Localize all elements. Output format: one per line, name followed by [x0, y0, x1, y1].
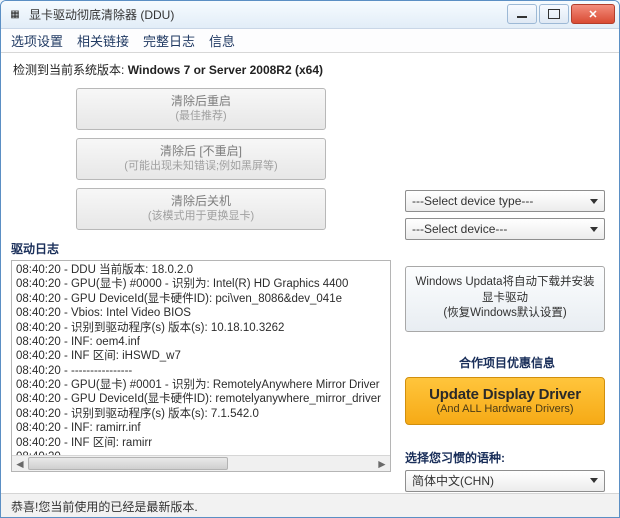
language-value: 简体中文(CHN)	[412, 472, 494, 489]
wu-line1: Windows Updata将自动下载并安装显卡驱动	[412, 275, 598, 306]
log-line: 08:40:20 - INF: oem4.inf	[16, 335, 386, 349]
app-window: ▦ 显卡驱动彻底清除器 (DDU) 选项设置 相关链接 完整日志 信息 检测到当…	[0, 0, 620, 518]
right-spacer	[405, 84, 609, 190]
orange-line2: (And ALL Hardware Drivers)	[412, 403, 598, 415]
log-section-label: 驱动日志	[11, 238, 391, 260]
chevron-down-icon	[590, 199, 598, 204]
clean-shutdown-label: 清除后关机	[77, 193, 325, 209]
columns: 清除后重启 (最佳推荐) 清除后 [不重启] (可能出现未知错误;例如黑屏等) …	[11, 84, 609, 498]
clean-norestart-label: 清除后 [不重启]	[77, 143, 325, 159]
scroll-track[interactable]	[28, 456, 374, 471]
system-value: Windows 7 or Server 2008R2 (x64)	[128, 63, 323, 77]
language-label: 选择您习惯的语种:	[405, 449, 609, 466]
device-select[interactable]: ---Select device---	[405, 218, 605, 240]
right-column: ---Select device type--- ---Select devic…	[405, 84, 609, 498]
scroll-left-arrow-icon[interactable]: ◄	[12, 456, 28, 471]
status-text: 恭喜!您当前使用的已经是最新版本.	[11, 500, 198, 514]
window-controls	[507, 4, 615, 24]
device-type-value: ---Select device type---	[412, 194, 533, 208]
log-line: 08:40:20 - Vbios: Intel Video BIOS	[16, 306, 386, 320]
device-value: ---Select device---	[412, 222, 507, 236]
clean-restart-sub: (最佳推荐)	[77, 109, 325, 124]
system-detected-line: 检测到当前系统版本: Windows 7 or Server 2008R2 (x…	[11, 57, 609, 84]
clean-shutdown-button[interactable]: 清除后关机 (该模式用于更换显卡)	[76, 188, 326, 230]
window-title: 显卡驱动彻底清除器 (DDU)	[29, 6, 174, 23]
log-line: 08:40:20 - ----------------	[16, 364, 386, 378]
wu-line2: (恢复Windows默认设置)	[412, 306, 598, 322]
log-lines[interactable]: 08:40:20 - DDU 当前版本: 18.0.2.008:40:20 - …	[12, 261, 390, 457]
update-display-driver-button[interactable]: Update Display Driver (And ALL Hardware …	[405, 377, 605, 425]
log-box: 08:40:20 - DDU 当前版本: 18.0.2.008:40:20 - …	[11, 260, 391, 472]
menubar: 选项设置 相关链接 完整日志 信息	[1, 29, 619, 53]
status-bar: 恭喜!您当前使用的已经是最新版本.	[1, 493, 619, 517]
menu-fulllog[interactable]: 完整日志	[143, 31, 195, 50]
system-prefix: 检测到当前系统版本:	[13, 63, 124, 77]
titlebar: ▦ 显卡驱动彻底清除器 (DDU)	[1, 1, 619, 29]
content-area: 检测到当前系统版本: Windows 7 or Server 2008R2 (x…	[1, 53, 619, 498]
partner-section-label: 合作项目优惠信息	[405, 354, 609, 371]
windows-update-button[interactable]: Windows Updata将自动下载并安装显卡驱动 (恢复Windows默认设…	[405, 266, 605, 332]
scroll-right-arrow-icon[interactable]: ►	[374, 456, 390, 471]
menu-links[interactable]: 相关链接	[77, 31, 129, 50]
clean-restart-label: 清除后重启	[77, 93, 325, 109]
chevron-down-icon	[590, 227, 598, 232]
log-line: 08:40:20 - GPU(显卡) #0001 - 识别为: Remotely…	[16, 378, 386, 392]
clean-norestart-button[interactable]: 清除后 [不重启] (可能出现未知错误;例如黑屏等)	[76, 138, 326, 180]
log-line: 08:40:20 - INF 区间: iHSWD_w7	[16, 349, 386, 363]
close-button[interactable]	[571, 4, 615, 24]
app-icon: ▦	[7, 7, 23, 23]
clean-shutdown-sub: (该模式用于更换显卡)	[77, 209, 325, 224]
log-line: 08:40:20 - INF: ramirr.inf	[16, 421, 386, 435]
menu-info[interactable]: 信息	[209, 31, 235, 50]
language-select[interactable]: 简体中文(CHN)	[405, 470, 605, 492]
log-line: 08:40:20 - GPU DeviceId(显卡硬件ID): pci\ven…	[16, 292, 386, 306]
minimize-button[interactable]	[507, 4, 537, 24]
scroll-thumb[interactable]	[28, 457, 228, 470]
clean-restart-button[interactable]: 清除后重启 (最佳推荐)	[76, 88, 326, 130]
chevron-down-icon	[590, 478, 598, 483]
log-line: 08:40:20 - INF 区间: ramirr	[16, 436, 386, 450]
maximize-button[interactable]	[539, 4, 569, 24]
log-hscrollbar[interactable]: ◄ ►	[12, 455, 390, 471]
log-line: 08:40:20 - GPU DeviceId(显卡硬件ID): remotel…	[16, 392, 386, 406]
left-column: 清除后重启 (最佳推荐) 清除后 [不重启] (可能出现未知错误;例如黑屏等) …	[11, 84, 391, 498]
log-line: 08:40:20 - 识别到驱动程序(s) 版本(s): 10.18.10.32…	[16, 321, 386, 335]
log-line: 08:40:20 - DDU 当前版本: 18.0.2.0	[16, 263, 386, 277]
clean-norestart-sub: (可能出现未知错误;例如黑屏等)	[77, 159, 325, 174]
device-type-select[interactable]: ---Select device type---	[405, 190, 605, 212]
log-line: 08:40:20 - GPU(显卡) #0000 - 识别为: Intel(R)…	[16, 277, 386, 291]
orange-line1: Update Display Driver	[412, 386, 598, 403]
menu-options[interactable]: 选项设置	[11, 31, 63, 50]
log-line: 08:40:20 - 识别到驱动程序(s) 版本(s): 7.1.542.0	[16, 407, 386, 421]
